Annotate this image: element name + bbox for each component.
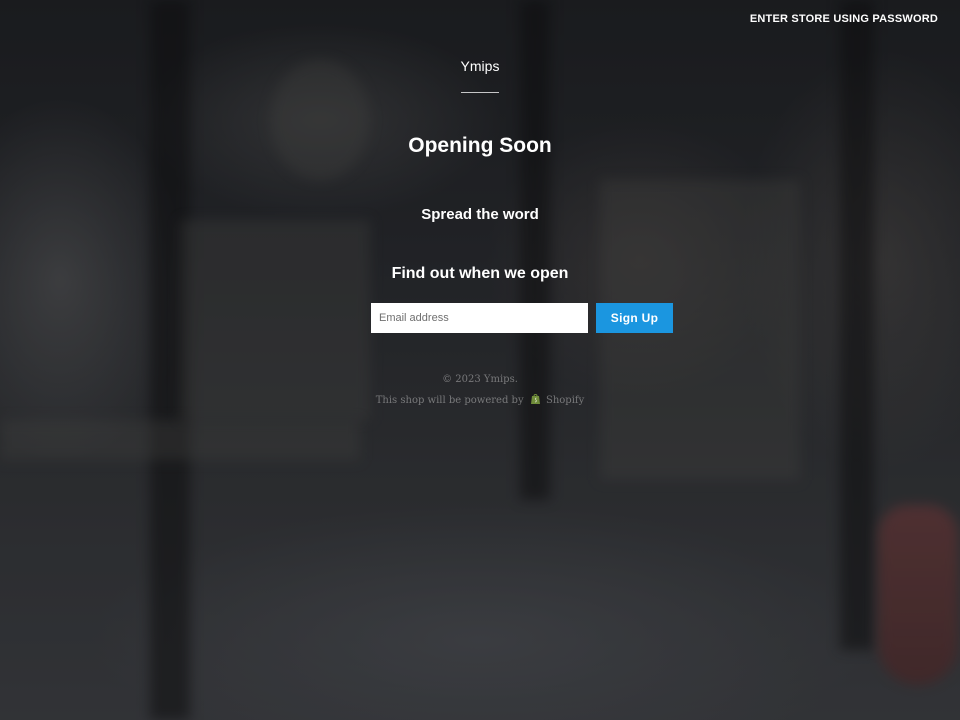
page-title: Opening Soon <box>408 134 552 157</box>
signup-heading: Find out when we open <box>391 265 569 282</box>
shopify-link[interactable]: Shopify <box>546 395 584 406</box>
spread-the-word-heading: Spread the word <box>421 206 539 223</box>
sign-up-button[interactable]: Sign Up <box>596 303 673 333</box>
copyright-text: © 2023 Ymips. <box>442 374 518 385</box>
newsletter-form: Sign Up <box>371 303 673 333</box>
store-name: Ymips <box>460 58 500 74</box>
shopify-bag-icon <box>530 393 541 408</box>
password-page: ENTER STORE USING PASSWORD Ymips Opening… <box>0 0 960 720</box>
enter-store-link[interactable]: ENTER STORE USING PASSWORD <box>750 13 938 25</box>
powered-by-text: This shop will be powered by <box>375 395 524 406</box>
divider <box>461 92 499 93</box>
email-input[interactable] <box>371 303 588 333</box>
powered-by: This shop will be powered by Shopify <box>0 393 960 408</box>
